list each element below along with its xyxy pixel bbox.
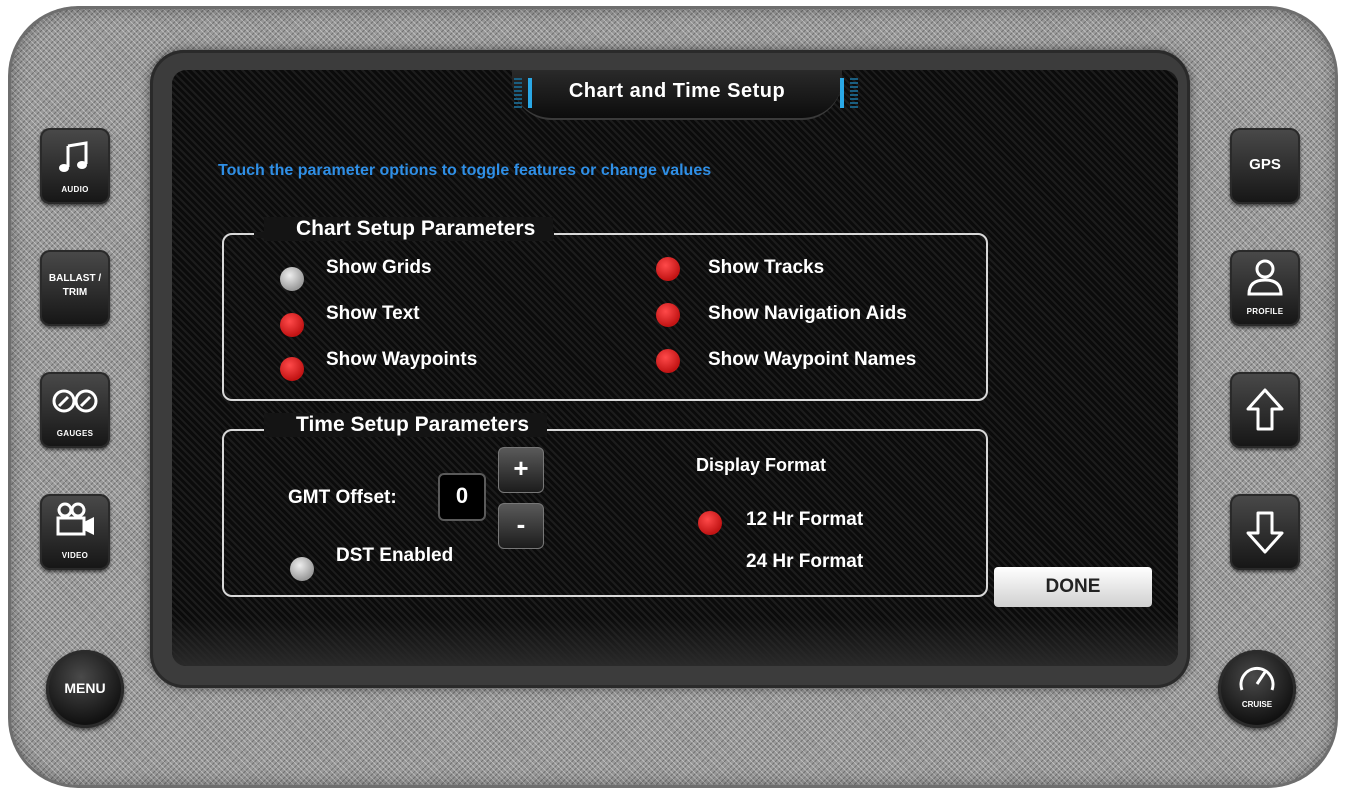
speedometer-icon [1239, 667, 1275, 691]
show-navigation-aids-label: Show Navigation Aids [708, 303, 907, 324]
toggle-indicator-on [656, 257, 680, 281]
cruise-label: CRUISE [1241, 700, 1273, 709]
profile-caption: PROFILE [1246, 307, 1284, 316]
toggle-show-waypoints[interactable]: Show Waypoints [280, 349, 520, 381]
display-screen: Chart and Time Setup Touch the parameter… [172, 70, 1178, 666]
show-waypoint-names-label: Show Waypoint Names [708, 349, 917, 370]
toggle-show-navigation-aids[interactable]: Show Navigation Aids [656, 303, 956, 333]
gmt-offset-value: 0 [438, 473, 486, 521]
arrow-down-icon [1246, 511, 1284, 554]
toggle-indicator-off [280, 267, 304, 291]
dst-enabled-label: DST Enabled [336, 545, 454, 566]
menu-label: MENU [64, 680, 106, 696]
toggle-indicator-on [656, 349, 680, 373]
video-caption: VIDEO [61, 551, 89, 560]
toggle-dst-enabled[interactable]: DST Enabled [290, 545, 490, 581]
toggle-show-text[interactable]: Show Text [280, 303, 480, 337]
toggle-show-waypoint-names[interactable]: Show Waypoint Names [656, 349, 966, 379]
gauges-icon [52, 389, 98, 413]
toggle-show-grids[interactable]: Show Grids [280, 257, 480, 291]
arrow-up-icon [1246, 388, 1284, 431]
gps-button[interactable]: GPS [1230, 128, 1300, 204]
show-tracks-label: Show Tracks [708, 257, 825, 278]
show-grids-label: Show Grids [326, 257, 432, 278]
chart-setup-title: Chart Setup Parameters [264, 217, 554, 241]
audio-caption: AUDIO [61, 185, 89, 194]
display-format-label: Display Format [696, 455, 827, 475]
format-12hr-option[interactable]: 12 Hr Format [698, 509, 898, 539]
gps-label: GPS [1249, 156, 1281, 173]
format-24hr-option[interactable]: 24 Hr Format [698, 551, 898, 581]
screen-bottom-band [172, 618, 1178, 666]
time-setup-group: Time Setup Parameters GMT Offset: 0 + - … [222, 413, 988, 597]
toggle-indicator-on [280, 313, 304, 337]
music-note-icon [59, 141, 88, 172]
toggle-indicator-off [290, 557, 314, 581]
page-title: Chart and Time Setup [568, 80, 786, 102]
gmt-offset-label: GMT Offset: [288, 487, 397, 508]
audio-button[interactable]: AUDIO [40, 128, 110, 204]
video-button[interactable]: VIDEO [40, 494, 110, 570]
title-decor-right [850, 78, 858, 108]
cruise-button[interactable]: CRUISE [1218, 650, 1296, 728]
profile-icon [1247, 259, 1283, 296]
toggle-indicator-on [280, 357, 304, 381]
title-accent-right [840, 78, 844, 108]
gauges-caption: GAUGES [56, 429, 94, 438]
ballast-trim-button[interactable]: BALLAST / TRIM [40, 250, 110, 326]
toggle-show-tracks[interactable]: Show Tracks [656, 257, 856, 287]
show-text-label: Show Text [326, 303, 420, 324]
gauges-button[interactable]: GAUGES [40, 372, 110, 448]
video-camera-icon [56, 502, 94, 536]
scroll-down-button[interactable] [1230, 494, 1300, 570]
instruction-text: Touch the parameter options to toggle fe… [218, 162, 712, 179]
chart-setup-group: Chart Setup Parameters Show Grids Show T… [222, 217, 988, 401]
title-bar: Chart and Time Setup [512, 70, 858, 120]
gmt-decrement-button[interactable]: - [498, 503, 544, 549]
time-setup-title: Time Setup Parameters [264, 413, 548, 437]
gmt-increment-button[interactable]: + [498, 447, 544, 493]
show-waypoints-label: Show Waypoints [326, 349, 478, 370]
ballast-trim-label: BALLAST / TRIM [48, 273, 102, 298]
menu-button[interactable]: MENU [46, 650, 124, 728]
format-24hr-label: 24 Hr Format [746, 551, 864, 572]
scroll-up-button[interactable] [1230, 372, 1300, 448]
radio-selected-indicator [698, 511, 722, 535]
profile-button[interactable]: PROFILE [1230, 250, 1300, 326]
done-button[interactable]: DONE [994, 567, 1152, 607]
format-12hr-label: 12 Hr Format [746, 509, 864, 530]
toggle-indicator-on [656, 303, 680, 327]
